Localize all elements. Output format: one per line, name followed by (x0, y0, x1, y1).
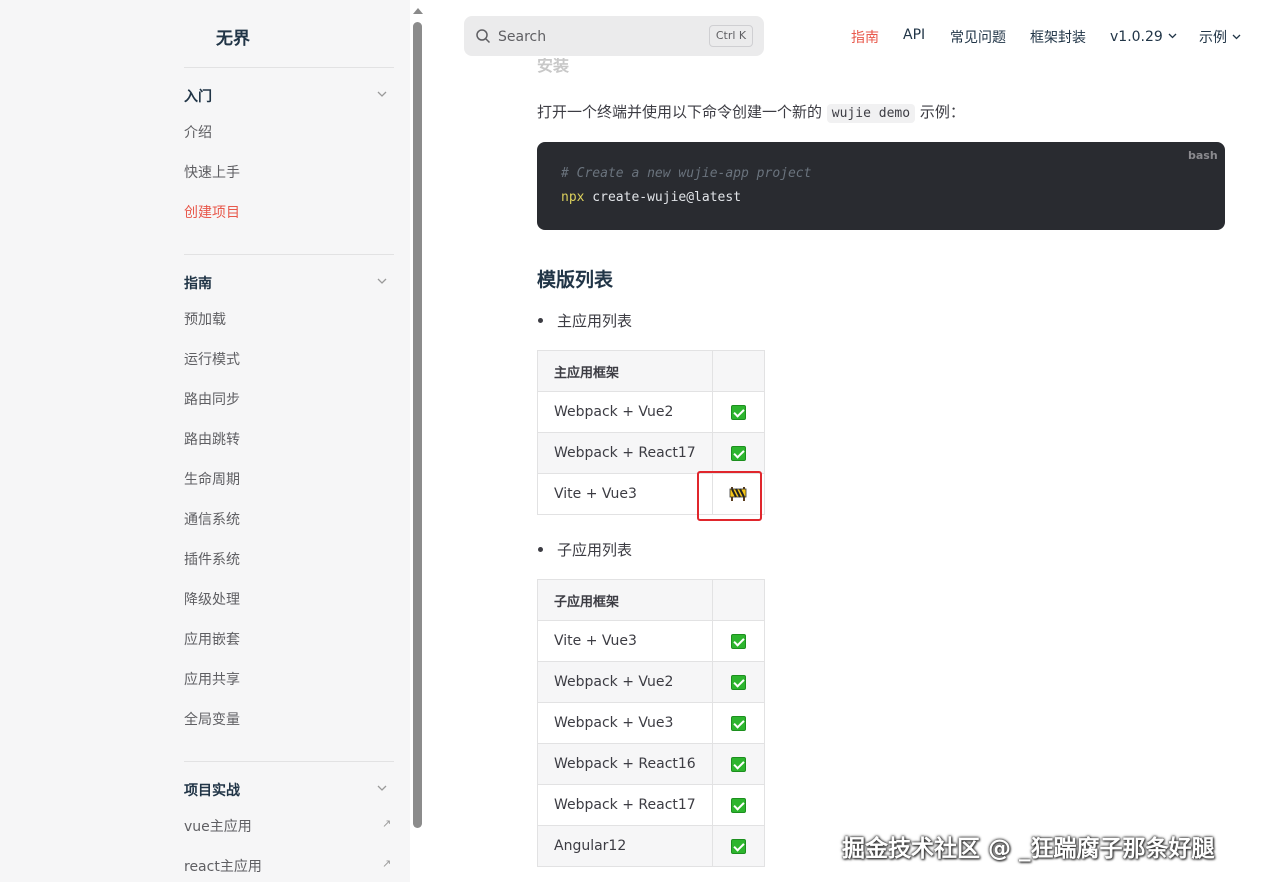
watermark: 掘金技术社区 @ _狂踹腐子那条好腿 (842, 836, 1215, 862)
section-heading-partial: 安装 (537, 58, 570, 75)
external-link-icon: ↗ (382, 857, 392, 870)
annotation-highlight-box (697, 471, 762, 521)
sidebar-item-create-project[interactable]: 创建项目 (184, 202, 240, 222)
table-cell: Vite + Vue3 (537, 473, 713, 515)
table-header-status (711, 350, 765, 392)
check-mark-icon (730, 838, 746, 854)
sidebar-item-vue-main[interactable]: vue主应用 (184, 816, 252, 836)
table-header-status (711, 579, 765, 621)
sidebar: 无界 入门 介绍 快速上手 创建项目 指南 预加载 运行模式 路由同步 路由跳转… (0, 0, 410, 882)
sidebar-item-sharing[interactable]: 应用共享 (184, 669, 240, 689)
table-cell: Webpack + React17 (537, 432, 713, 474)
check-mark-icon (730, 404, 746, 420)
scroll-up-arrow-icon[interactable] (413, 8, 423, 14)
nav-guide[interactable]: 指南 (851, 27, 879, 47)
code-command: npx create-wujie@latest (561, 190, 742, 205)
search-placeholder[interactable]: Search (498, 29, 546, 45)
sidebar-item-run-mode[interactable]: 运行模式 (184, 349, 240, 369)
section-divider (184, 761, 394, 762)
table-header: 子应用框架 (537, 579, 713, 621)
section-title-practice[interactable]: 项目实战 (184, 780, 240, 800)
table-header: 主应用框架 (537, 350, 713, 392)
check-mark-icon (730, 756, 746, 772)
section-title-intro[interactable]: 入门 (184, 86, 212, 106)
sidebar-item-global-vars[interactable]: 全局变量 (184, 709, 240, 729)
sidebar-item-route-jump[interactable]: 路由跳转 (184, 429, 240, 449)
check-mark-icon (730, 797, 746, 813)
table-cell: Webpack + React16 (537, 743, 713, 785)
check-mark-icon (730, 715, 746, 731)
site-brand[interactable]: 无界 (216, 24, 250, 49)
sidebar-item-preload[interactable]: 预加载 (184, 309, 226, 329)
sidebar-item-degrade[interactable]: 降级处理 (184, 589, 240, 609)
brand-divider (184, 67, 394, 68)
intro-paragraph: 打开一个终端并使用以下命令创建一个新的 wujie demo 示例： (537, 103, 965, 123)
sidebar-item-plugins[interactable]: 插件系统 (184, 549, 240, 569)
nav-version-dropdown[interactable]: v1.0.29 (1110, 27, 1177, 45)
chevron-down-icon[interactable] (377, 276, 387, 286)
section-heading: 模版列表 (537, 269, 614, 291)
chevron-down-icon (1168, 27, 1177, 43)
table-cell: Vite + Vue3 (537, 620, 713, 662)
check-mark-icon (730, 633, 746, 649)
code-language-label: bash (1188, 149, 1218, 162)
nav-faq[interactable]: 常见问题 (950, 27, 1006, 47)
table-cell: Webpack + Vue2 (537, 391, 713, 433)
chevron-down-icon[interactable] (377, 89, 387, 99)
sub-app-table: 子应用框架 Vite + Vue3 Webpack + Vue2 Webpack… (537, 579, 765, 867)
sidebar-item-quickstart[interactable]: 快速上手 (184, 162, 240, 182)
section-divider (184, 254, 394, 255)
list-item: 子应用列表 (537, 539, 632, 560)
check-mark-icon (730, 674, 746, 690)
section-title-guide[interactable]: 指南 (184, 273, 212, 293)
chevron-down-icon[interactable] (377, 783, 387, 793)
code-block[interactable] (537, 142, 1225, 230)
list-item: 主应用列表 (537, 310, 632, 331)
nav-examples-dropdown[interactable]: 示例 (1199, 27, 1241, 47)
nav-examples-label: 示例 (1199, 30, 1227, 46)
table-cell: Webpack + React17 (537, 784, 713, 826)
search-shortcut-badge: Ctrl K (709, 25, 753, 47)
sidebar-item-intro[interactable]: 介绍 (184, 122, 212, 142)
table-cell: Webpack + Vue3 (537, 702, 713, 744)
nav-api[interactable]: API (903, 27, 925, 43)
nav-frameworks[interactable]: 框架封装 (1030, 27, 1086, 47)
inline-code: wujie demo (826, 104, 916, 123)
sidebar-item-communication[interactable]: 通信系统 (184, 509, 240, 529)
sidebar-item-route-sync[interactable]: 路由同步 (184, 389, 240, 409)
code-comment: # Create a new wujie-app project (561, 166, 812, 181)
check-mark-icon (730, 445, 746, 461)
table-cell: Webpack + Vue2 (537, 661, 713, 703)
sidebar-item-lifecycle[interactable]: 生命周期 (184, 469, 240, 489)
sidebar-item-nesting[interactable]: 应用嵌套 (184, 629, 240, 649)
sidebar-item-react-main[interactable]: react主应用 (184, 856, 262, 876)
chevron-down-icon (1232, 28, 1241, 44)
scrollbar-thumb[interactable] (413, 22, 422, 828)
external-link-icon: ↗ (382, 817, 392, 830)
search-icon (475, 28, 491, 48)
table-cell: Angular12 (537, 825, 713, 867)
nav-version-label: v1.0.29 (1110, 29, 1163, 45)
